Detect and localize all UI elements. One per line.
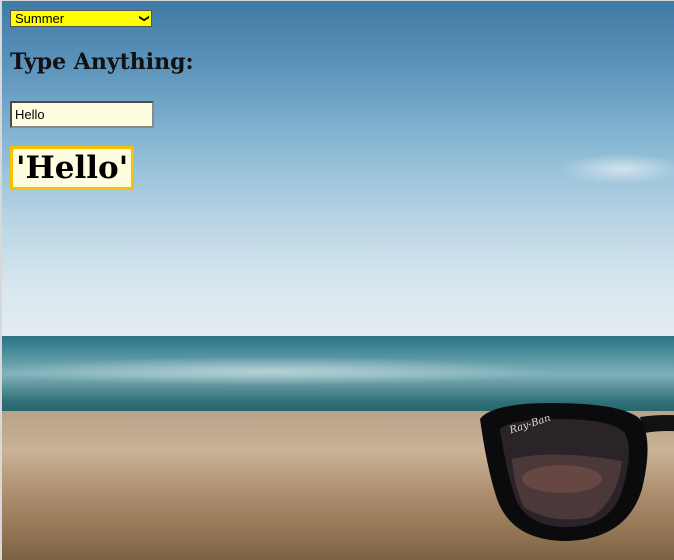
season-dropdown-value: Summer bbox=[15, 11, 65, 26]
text-input[interactable] bbox=[10, 101, 154, 128]
season-dropdown[interactable]: Summer ❯ bbox=[10, 10, 152, 27]
wave-foam bbox=[2, 351, 674, 391]
sunglasses-image: Ray-Ban bbox=[480, 403, 674, 541]
main-content: Summer ❯ Type Anything: 'Hello' bbox=[2, 1, 674, 190]
echo-output: 'Hello' bbox=[10, 146, 135, 190]
chevron-down-icon: ❯ bbox=[138, 14, 150, 23]
app-viewport: Ray-Ban Summer ❯ Type Anything: 'Hello' bbox=[0, 0, 674, 560]
prompt-heading: Type Anything: bbox=[10, 49, 194, 75]
